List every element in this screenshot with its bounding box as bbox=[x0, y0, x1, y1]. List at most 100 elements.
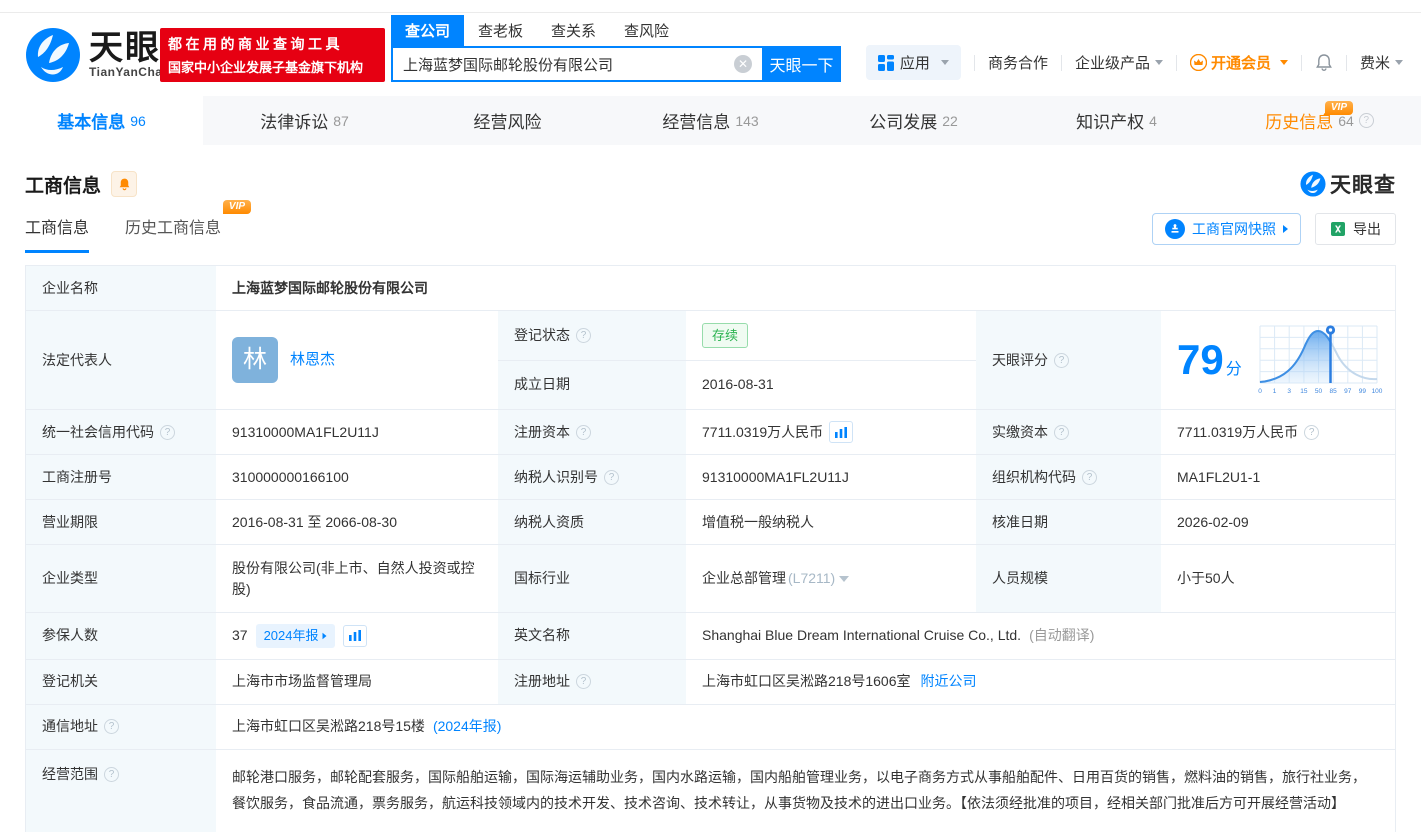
value-text: 91310000MA1FL2U11J bbox=[232, 422, 379, 443]
nav-enterprise[interactable]: 企业级产品 bbox=[1075, 52, 1163, 73]
field-label: 天眼评分? bbox=[976, 311, 1161, 409]
field-label: 纳税人资质 bbox=[498, 500, 686, 544]
tab-legal[interactable]: 法律诉讼87 bbox=[203, 96, 406, 145]
export-button[interactable]: 导出 bbox=[1315, 213, 1396, 245]
value-text: 小于50人 bbox=[1177, 568, 1235, 589]
table-row-business-scope: 经营范围? 邮轮港口服务，邮轮配套服务，国际船舶运输，国际海运辅助业务，国内水路… bbox=[26, 749, 1395, 832]
annual-report-link[interactable]: (2024年报) bbox=[433, 716, 501, 737]
auto-translate-note: (自动翻译) bbox=[1029, 625, 1094, 646]
tab-label: 历史信息 bbox=[1265, 108, 1333, 133]
field-label: 企业名称 bbox=[26, 266, 216, 310]
search-tab-boss[interactable]: 查老板 bbox=[464, 15, 537, 46]
table-row-mail-address: 通信地址? 上海市虹口区吴淞路218号15楼 (2024年报) bbox=[26, 704, 1395, 749]
capital-chart-icon[interactable] bbox=[829, 421, 853, 443]
nav-user[interactable]: 费米 bbox=[1360, 52, 1403, 73]
help-icon[interactable]: ? bbox=[576, 674, 591, 689]
official-snapshot-button[interactable]: 工商官网快照 bbox=[1152, 213, 1301, 245]
svg-text:85: 85 bbox=[1329, 388, 1337, 395]
tab-label: 经营风险 bbox=[474, 108, 542, 133]
clear-search-icon[interactable]: ✕ bbox=[734, 55, 752, 73]
subtab-row: 工商信息 历史工商信息 VIP 工商官网快照 导出 bbox=[0, 199, 1421, 253]
value-text: 上海市虹口区吴淞路218号15楼 bbox=[232, 716, 425, 737]
tab-count: 143 bbox=[735, 113, 758, 129]
help-icon[interactable]: ? bbox=[576, 425, 591, 440]
field-label: 核准日期 bbox=[976, 500, 1161, 544]
divider bbox=[1061, 55, 1062, 71]
help-icon[interactable]: ? bbox=[1359, 113, 1374, 128]
search-tab-relation[interactable]: 查关系 bbox=[537, 15, 610, 46]
label-text: 核准日期 bbox=[992, 512, 1048, 533]
nav-vip[interactable]: 开通会员 bbox=[1190, 52, 1288, 73]
label-text: 注册地址 bbox=[514, 671, 570, 692]
nearby-companies-link[interactable]: 附近公司 bbox=[921, 671, 977, 692]
monitor-bell-button[interactable] bbox=[111, 171, 137, 197]
table-row-business-term: 营业期限 2016-08-31 至 2066-08-30 纳税人资质 增值税一般… bbox=[26, 499, 1395, 544]
field-label: 工商注册号 bbox=[26, 455, 216, 499]
tab-label: 经营信息 bbox=[662, 108, 730, 133]
tab-operating-info[interactable]: 经营信息 143 bbox=[609, 96, 812, 145]
tab-company-development[interactable]: 公司发展22 bbox=[812, 96, 1015, 145]
score-unit: 分 bbox=[1226, 358, 1242, 382]
tab-intellectual-property[interactable]: 知识产权4 bbox=[1015, 96, 1218, 145]
value-text: 企业总部管理 bbox=[702, 568, 786, 589]
value-text: 7711.0319万人民币 bbox=[702, 422, 823, 443]
tab-operating-risk[interactable]: 经营风险 bbox=[406, 96, 609, 145]
label-text: 天眼评分 bbox=[992, 350, 1048, 371]
status-badge: 存续 bbox=[702, 323, 748, 349]
svg-text:0: 0 bbox=[1258, 388, 1262, 395]
help-icon[interactable]: ? bbox=[604, 470, 619, 485]
help-icon[interactable]: ? bbox=[576, 328, 591, 343]
status-date-block: 登记状态? 存续 成立日期 2016-08-31 bbox=[498, 311, 976, 409]
tab-history-info[interactable]: 历史信息 VIP 64 ? bbox=[1218, 96, 1421, 145]
score-distribution-chart[interactable]: 0131550859799100 bbox=[1256, 322, 1384, 398]
help-icon[interactable]: ? bbox=[104, 719, 119, 734]
search-input[interactable] bbox=[393, 56, 734, 73]
subtab-history-business-info[interactable]: 历史工商信息 VIP bbox=[125, 214, 221, 253]
value-text: 上海市虹口区吴淞路218号1606室 bbox=[702, 671, 911, 692]
help-icon[interactable]: ? bbox=[1082, 470, 1097, 485]
field-label: 人员规模 bbox=[976, 545, 1161, 612]
subtab-label: 历史工商信息 bbox=[125, 220, 221, 237]
chevron-right-icon bbox=[1283, 225, 1288, 233]
nav-apps[interactable]: 应用 bbox=[866, 45, 961, 80]
subtab-business-info[interactable]: 工商信息 bbox=[25, 214, 89, 253]
search-tab-company[interactable]: 查公司 bbox=[391, 15, 464, 46]
legal-rep-link[interactable]: 林恩杰 bbox=[290, 349, 335, 372]
field-label: 国标行业 bbox=[498, 545, 686, 612]
divider bbox=[1346, 55, 1347, 71]
notification-bell[interactable] bbox=[1315, 53, 1333, 72]
field-label: 统一社会信用代码? bbox=[26, 410, 216, 454]
help-icon[interactable]: ? bbox=[104, 767, 119, 782]
field-label: 通信地址? bbox=[26, 705, 216, 749]
help-icon[interactable]: ? bbox=[1054, 353, 1069, 368]
help-icon[interactable]: ? bbox=[1304, 425, 1319, 440]
avatar[interactable]: 林 bbox=[232, 337, 278, 383]
insured-chart-icon[interactable] bbox=[343, 625, 367, 647]
search-tab-risk[interactable]: 查风险 bbox=[610, 15, 683, 46]
insured-value: 37 2024年报 bbox=[216, 613, 498, 659]
chevron-down-icon bbox=[1280, 60, 1288, 65]
tab-basic-info[interactable]: 基本信息96 bbox=[0, 96, 203, 145]
value-text: 增值税一般纳税人 bbox=[702, 512, 814, 533]
annual-report-badge[interactable]: 2024年报 bbox=[256, 624, 335, 648]
label-text: 国标行业 bbox=[514, 568, 570, 589]
chevron-down-icon bbox=[1155, 60, 1163, 65]
svg-text:15: 15 bbox=[1300, 388, 1308, 395]
chevron-down-icon[interactable] bbox=[839, 576, 849, 582]
nav-cooperation[interactable]: 商务合作 bbox=[988, 52, 1048, 73]
search-button[interactable]: 天眼一下 bbox=[762, 46, 841, 82]
nav-apps-label: 应用 bbox=[900, 52, 930, 73]
bell-icon bbox=[118, 177, 131, 191]
help-icon[interactable]: ? bbox=[160, 425, 175, 440]
apps-grid-icon bbox=[878, 55, 894, 71]
staff-size-value: 小于50人 bbox=[1161, 545, 1395, 612]
nav-enterprise-label: 企业级产品 bbox=[1075, 52, 1150, 73]
svg-text:100: 100 bbox=[1371, 388, 1382, 395]
tianyancha-logo-icon bbox=[1300, 171, 1326, 197]
label-text: 组织机构代码 bbox=[992, 467, 1076, 488]
value-text: 91310000MA1FL2U11J bbox=[702, 467, 849, 488]
value-text: MA1FL2U1-1 bbox=[1177, 467, 1260, 488]
score-value: 79 分 bbox=[1161, 311, 1400, 409]
stamp-icon bbox=[1165, 219, 1185, 239]
help-icon[interactable]: ? bbox=[1054, 425, 1069, 440]
